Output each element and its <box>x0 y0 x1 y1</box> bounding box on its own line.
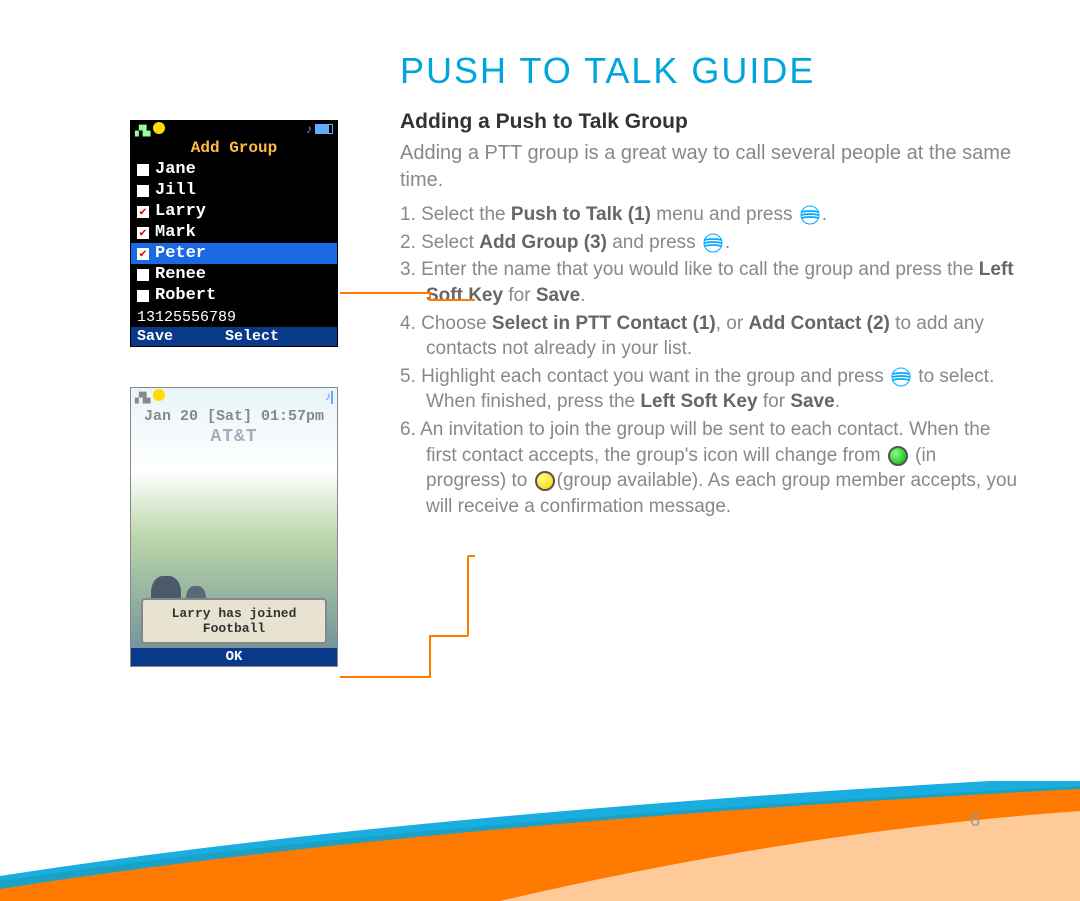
popup-line: Football <box>149 621 319 636</box>
section-subtitle: Adding a Push to Talk Group <box>400 110 1020 134</box>
step-1: 1. Select the Push to Talk (1) menu and … <box>400 202 1020 228</box>
signal-icon: ▞▙ <box>135 122 165 137</box>
status-bar: ▞▙ ♪ <box>131 121 337 137</box>
att-globe-icon <box>703 233 723 253</box>
contact-name: Robert <box>155 286 216 305</box>
in-progress-icon <box>888 446 908 466</box>
checkbox-icon <box>137 269 149 281</box>
list-item: Jane <box>131 159 337 180</box>
softkey-bar: Save Select <box>131 327 337 346</box>
softkey-bar: OK <box>131 648 337 666</box>
contact-name: Renee <box>155 265 206 284</box>
list-item: Jill <box>131 180 337 201</box>
checkbox-icon <box>137 164 149 176</box>
checkbox-icon <box>137 290 149 302</box>
battery-icon: ♪ <box>306 122 333 136</box>
phone-number: 13125556789 <box>131 306 337 327</box>
step-2: 2. Select Add Group (3) and press . <box>400 230 1020 256</box>
page-title: PUSH TO TALK GUIDE <box>400 50 1020 92</box>
contact-list: Jane Jill ✔ Larry ✔ Mark ✔ Peter Renee Robe… <box>131 159 337 306</box>
contact-name: Jane <box>155 160 196 179</box>
popup-line: Larry has joined <box>149 606 319 621</box>
intro-text: Adding a PTT group is a great way to cal… <box>400 140 1020 194</box>
contact-name: Peter <box>155 244 206 263</box>
checked-icon: ✔ <box>137 248 149 260</box>
softkey-mid: Select <box>173 328 331 345</box>
group-available-icon <box>535 471 555 491</box>
list-item: Renee <box>131 264 337 285</box>
steps-list: 1. Select the Push to Talk (1) menu and … <box>400 202 1020 520</box>
list-item: ✔ Larry <box>131 201 337 222</box>
phone-screenshot-home: ▞▙ ♪ Jan 20 [Sat] 01:57pm AT&T Larry has… <box>130 387 338 667</box>
checked-icon: ✔ <box>137 227 149 239</box>
screen-title: Add Group <box>131 137 337 159</box>
list-item-selected: ✔ Peter <box>131 243 337 264</box>
contact-name: Larry <box>155 202 206 221</box>
list-item: Robert <box>131 285 337 306</box>
contact-name: Jill <box>155 181 196 200</box>
content-column: PUSH TO TALK GUIDE Adding a Push to Talk… <box>400 50 1020 901</box>
step-6: 6. An invitation to join the group will … <box>400 417 1020 520</box>
checked-icon: ✔ <box>137 206 149 218</box>
att-globe-icon <box>891 367 911 387</box>
page-number: 6 <box>970 810 980 831</box>
softkey-mid: OK <box>226 649 243 665</box>
step-4: 4. Choose Select in PTT Contact (1), or … <box>400 311 1020 362</box>
contact-name: Mark <box>155 223 196 242</box>
screenshots-column: ▞▙ ♪ Add Group Jane Jill ✔ Larry ✔ Mark ✔ P… <box>130 50 360 901</box>
step-5: 5. Highlight each contact you want in th… <box>400 364 1020 415</box>
signal-icon: ▞▙ <box>135 389 165 404</box>
step-3: 3. Enter the name that you would like to… <box>400 257 1020 308</box>
notification-popup: Larry has joined Football <box>141 598 327 644</box>
datetime: Jan 20 [Sat] 01:57pm <box>131 408 337 425</box>
battery-icon: ♪ <box>325 389 333 403</box>
softkey-left: Save <box>137 328 173 345</box>
phone-screenshot-add-group: ▞▙ ♪ Add Group Jane Jill ✔ Larry ✔ Mark ✔ P… <box>130 120 338 347</box>
att-globe-icon <box>800 205 820 225</box>
list-item: ✔ Mark <box>131 222 337 243</box>
status-bar: ▞▙ ♪ <box>131 388 337 404</box>
checkbox-icon <box>137 185 149 197</box>
carrier-brand: AT&T <box>131 427 337 447</box>
